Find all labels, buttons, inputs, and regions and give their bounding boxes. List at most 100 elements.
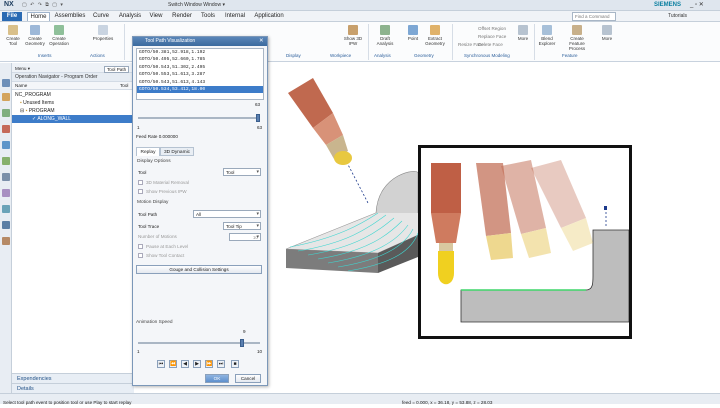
animation-speed-header[interactable]: Animation Speed [136,320,173,325]
tab-view[interactable]: View [147,12,165,21]
tree-row-nc-program[interactable]: NC_PROGRAM [12,91,134,99]
tool-path-dropdown[interactable]: All [193,210,261,218]
more-sync-button[interactable]: More [512,24,534,41]
tab-curve[interactable]: Curve [90,12,112,21]
show-ipw-checkbox[interactable] [138,189,143,194]
column-tool[interactable]: Tool [120,83,128,88]
tool-path-label: Tool Path [138,212,158,217]
offset-region-button[interactable]: Offset Region [478,26,506,31]
tab-file[interactable]: File [2,12,22,21]
tab-application[interactable]: Application [252,12,286,21]
position-slider-thumb[interactable] [256,114,260,122]
tool-detail-inset [418,145,632,339]
part-navigator-icon[interactable] [2,109,10,117]
expendencies-panel[interactable]: Expendencies [12,373,134,383]
pause-each-level-checkbox[interactable] [138,244,143,249]
tab-render[interactable]: Render [170,12,194,21]
gouge-collision-settings-button[interactable]: Gouge and Collision Settings [136,265,262,274]
palette-icon[interactable] [2,237,10,245]
stop-button[interactable]: ■ [231,360,239,368]
list-item-selected[interactable]: GOTO/50.534,53.412,18.00 [137,85,263,94]
create-operation-button[interactable]: Create Operation [48,24,70,46]
tree-row-unused-items[interactable]: ▪ Unused Items [12,99,134,107]
close-icon[interactable]: ✕ [259,38,264,44]
speed-slider-thumb[interactable] [239,339,244,347]
show-3d-ipw-button[interactable]: Show 3D IPW [342,24,364,46]
navigator-toolbar: Menu ▾ Tool Path [12,63,134,73]
create-geometry-icon [30,25,40,35]
material-removal-checkbox[interactable] [138,180,143,185]
details-panel[interactable]: Details [12,383,134,393]
tool-trace-dropdown[interactable]: Tool Tip [223,222,261,230]
quick-access-toolbar[interactable]: ▢ ↶ ↷ ⧉ ▢ ▾ [22,2,64,8]
properties-button[interactable]: Properties [90,24,116,41]
tool-dropdown[interactable]: Tool [223,168,261,176]
command-search-input[interactable]: Find a Command [572,12,616,21]
tab-analysis[interactable]: Analysis [116,12,144,21]
reuse-library-icon[interactable] [2,125,10,133]
window-controls[interactable]: _ ▫ ✕ [690,1,704,8]
position-slider-track[interactable] [138,117,260,119]
list-item[interactable]: GOTO/50.543,51.613,4.143 [137,79,263,86]
number-of-motions-field[interactable]: 10 [229,233,261,241]
ok-button[interactable]: OK [205,374,229,383]
blend-explorer-button[interactable]: Blend Explorer [536,24,558,46]
system-materials-icon[interactable] [2,157,10,165]
tab-home[interactable]: Home [27,12,50,21]
extract-geometry-button[interactable]: Extract Geometry [424,24,446,46]
tab-assemblies[interactable]: Assemblies [54,12,86,21]
tab-internal[interactable]: Internal [222,12,248,21]
play-button[interactable]: ▶ [193,360,201,368]
properties-icon [98,25,108,35]
tree-row-program[interactable]: ⊟ ▪ PROGRAM [12,107,134,115]
menu-dropdown[interactable]: Menu ▾ [15,66,30,72]
column-name[interactable]: Name [15,83,27,88]
list-item[interactable]: GOTO/50.495,52.660,1.785 [137,56,263,63]
goto-list[interactable]: GOTO/50.381,52.918,1.192 GOTO/50.495,52.… [136,48,264,100]
tab-tools[interactable]: Tools [198,12,218,21]
assembly-icon[interactable] [2,221,10,229]
menu-bar: File Home Assemblies Curve Analysis View… [0,11,720,22]
list-item[interactable]: GOTO/50.553,51.613,3.287 [137,71,263,78]
machine-navigator-icon[interactable] [2,93,10,101]
group-analysis: Analysis [374,53,391,58]
cancel-button[interactable]: Cancel [235,374,261,383]
web-browser-icon[interactable] [2,205,10,213]
step-end-button[interactable]: ⏭ [217,360,225,368]
tree-row-along-wall[interactable]: ✓ ALONG_WALL [12,115,134,123]
resize-face-button[interactable]: Resize Face [458,42,484,47]
filter-dropdown[interactable]: Tool Path [104,66,130,73]
play-reverse-button[interactable]: ◀ [181,360,189,368]
history-icon[interactable] [2,141,10,149]
group-actions: Actions [90,53,105,58]
draft-analysis-button[interactable]: Draft Analysis [374,24,396,46]
list-item[interactable]: GOTO/50.543,51.302,2.495 [137,64,263,71]
navigator-title: Operation Navigator - Program Order [12,73,134,82]
create-geometry-button[interactable]: Create Geometry [24,24,46,46]
tab-3d-dynamic[interactable]: 3D Dynamic [160,147,194,156]
group-workpiece: Workpiece [330,53,352,58]
replace-face-button[interactable]: Replace Face [478,34,506,39]
process-studio-icon[interactable] [2,189,10,197]
list-item[interactable]: GOTO/50.381,52.918,1.192 [137,49,263,56]
speed-min: 1 [137,349,140,354]
create-feature-process-button[interactable]: Create Feature Process [562,24,592,51]
tutorials-link[interactable]: Tutorials [668,13,687,19]
more-feature-button[interactable]: More [596,24,618,41]
tool-trace-label: Tool Trace [138,224,160,229]
operation-navigator-icon[interactable] [2,79,10,87]
motion-display-header[interactable]: Motion Display [137,200,168,205]
roles-icon[interactable] [2,173,10,181]
step-back-button[interactable]: ⏪ [169,360,177,368]
display-options-header[interactable]: Display Options [137,159,171,164]
create-tool-button[interactable]: Create Tool [2,24,24,46]
step-forward-button[interactable]: ⏩ [205,360,213,368]
step-start-button[interactable]: ⏮ [157,360,165,368]
show-tool-contact-checkbox[interactable] [138,253,143,258]
nx-logo: NX [4,1,14,8]
group-synchronous-modeling: Synchronous Modeling [464,53,510,58]
point-button[interactable]: Point [402,24,424,41]
dialog-title[interactable]: Tool Path Visualization [133,37,267,46]
window-menu[interactable]: Switch Window Window ▾ [168,2,225,8]
tab-replay[interactable]: Replay [136,147,160,156]
